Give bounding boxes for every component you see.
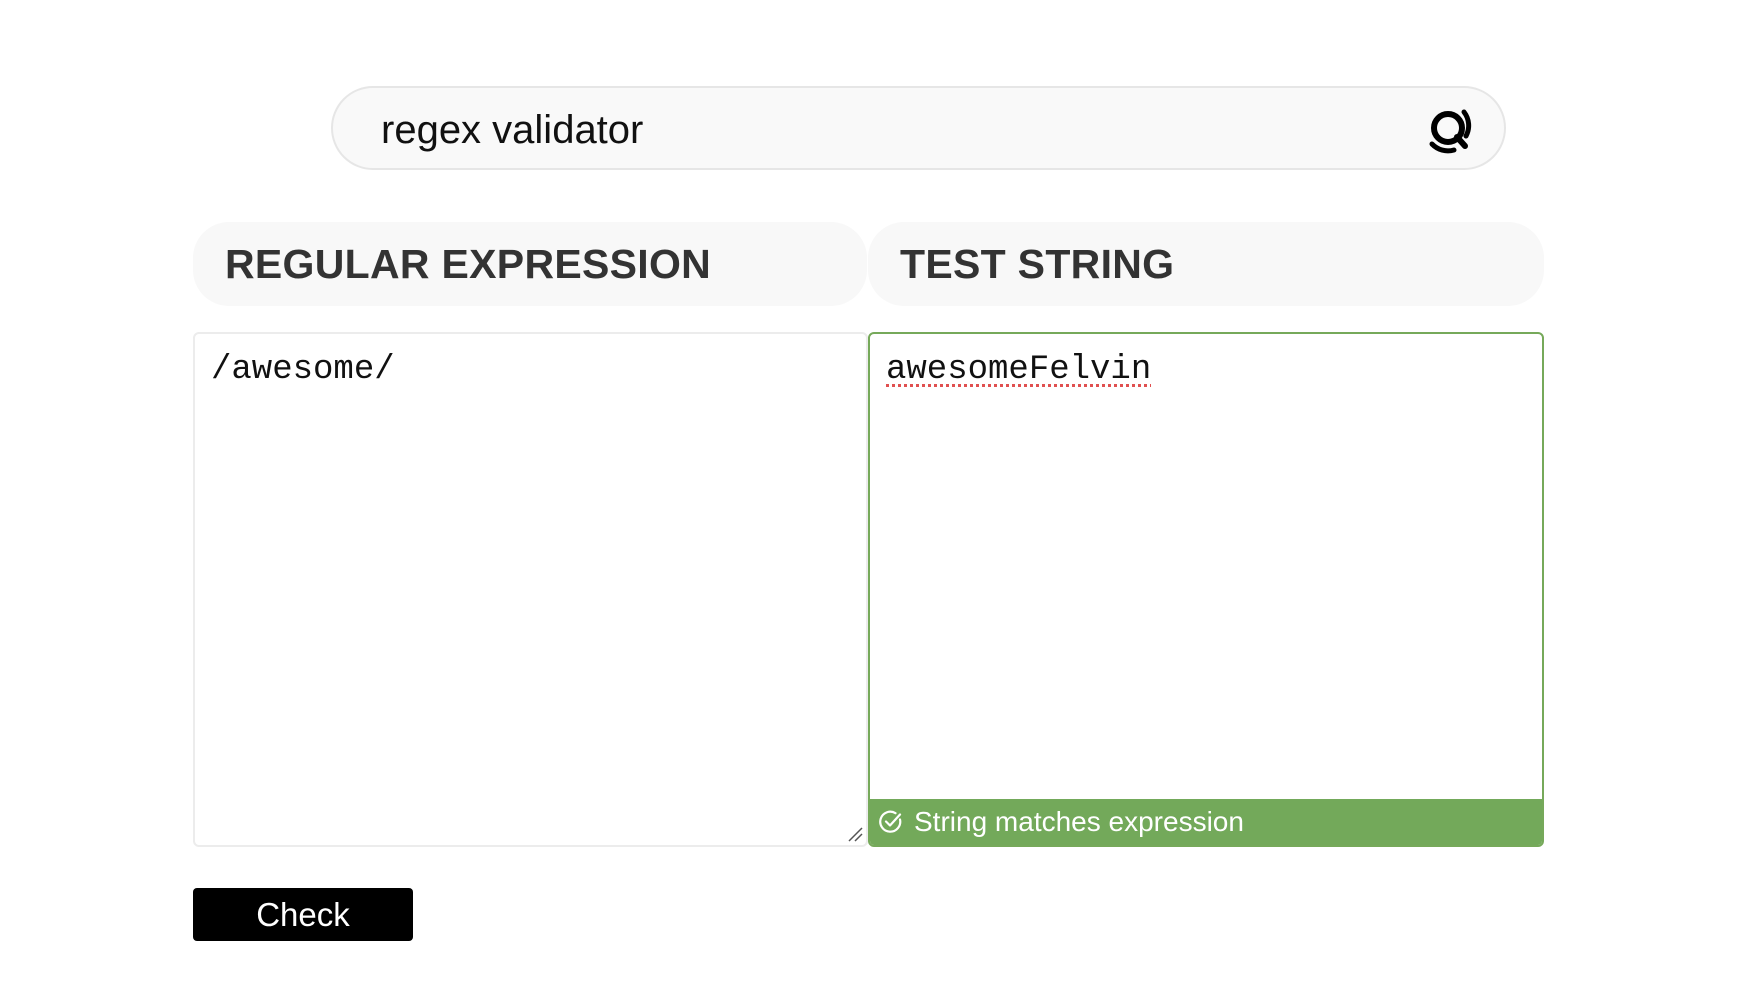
search-bar[interactable]: regex validator (331, 86, 1506, 170)
search-input[interactable]: regex validator (381, 108, 643, 152)
match-status-bar: String matches expression (870, 799, 1542, 845)
match-status-text: String matches expression (914, 806, 1244, 837)
regex-value[interactable]: /awesome/ (211, 350, 395, 390)
check-circle-icon (879, 810, 902, 833)
regex-textarea[interactable]: /awesome/ (193, 332, 868, 847)
check-button[interactable]: Check (193, 888, 413, 941)
search-icon[interactable] (1424, 104, 1476, 156)
test-section-header: TEST STRING (868, 222, 1544, 306)
regex-section-header: REGULAR EXPRESSION (193, 222, 867, 306)
test-section-title: TEST STRING (900, 240, 1175, 287)
resize-handle-icon[interactable] (847, 826, 863, 842)
test-string-textarea[interactable]: awesomeFelvin String matches expression (868, 332, 1544, 847)
regex-section-title: REGULAR EXPRESSION (225, 240, 712, 287)
test-string-value[interactable]: awesomeFelvin (886, 350, 1151, 390)
